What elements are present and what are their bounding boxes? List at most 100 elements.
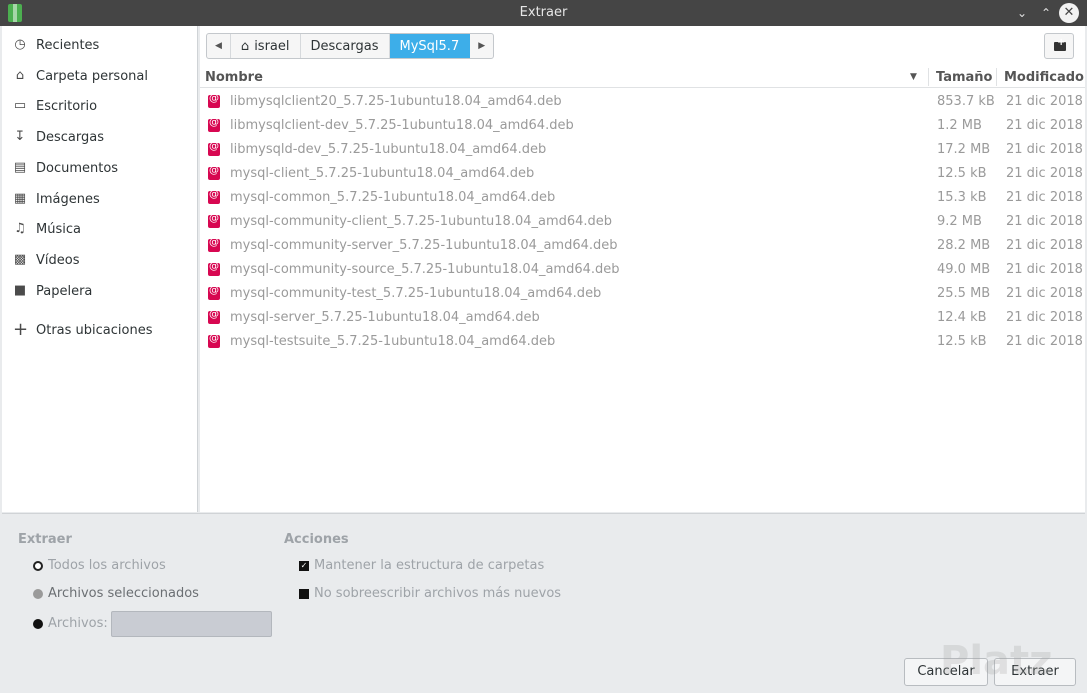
places-sidebar: ◷ Recientes ⌂ Carpeta personal ▭ Escrito… — [2, 26, 198, 512]
path-segment-downloads[interactable]: Descargas — [301, 34, 390, 58]
list-item[interactable]: mysql-community-client_5.7.25-1ubuntu18.… — [200, 210, 1085, 234]
path-segment-label: MySql5.7 — [399, 38, 460, 54]
title-bar: Extraer ⌄ ⌃ ✕ — [0, 0, 1087, 26]
list-item[interactable]: mysql-server_5.7.25-1ubuntu18.04_amd64.d… — [200, 306, 1085, 330]
path-forward-button[interactable]: ▶ — [470, 34, 493, 58]
sidebar-item-other-locations[interactable]: + Otras ubicaciones — [2, 316, 198, 344]
file-size: 49.0 MB — [937, 262, 991, 277]
plus-icon: + — [13, 319, 29, 340]
sidebar-item-pictures[interactable]: ▦ Imágenes — [2, 185, 198, 213]
file-modified: 21 dic 2018 — [1006, 94, 1083, 109]
debian-package-icon — [208, 333, 220, 348]
radio-label: Archivos seleccionados — [48, 586, 199, 601]
column-modified[interactable]: Modificado — [1004, 70, 1084, 85]
column-divider[interactable] — [928, 68, 929, 86]
file-size: 12.4 kB — [937, 310, 987, 325]
debian-package-icon — [208, 189, 220, 204]
download-icon: ↧ — [14, 129, 26, 144]
file-browser: ◀ ⌂ israel Descargas MySql5.7 ▶ Nombre ▼… — [200, 26, 1085, 512]
sidebar-item-desktop[interactable]: ▭ Escritorio — [2, 92, 198, 120]
file-name: mysql-community-client_5.7.25-1ubuntu18.… — [230, 214, 613, 229]
radio-selected-files[interactable]: Archivos seleccionados — [33, 586, 199, 601]
sidebar-item-label: Documentos — [36, 160, 119, 176]
sidebar-item-documents[interactable]: ▤ Documentos — [2, 154, 198, 182]
file-modified: 21 dic 2018 — [1006, 238, 1083, 253]
list-item[interactable]: mysql-community-test_5.7.25-1ubuntu18.04… — [200, 282, 1085, 306]
debian-package-icon — [208, 141, 220, 156]
close-icon[interactable]: ✕ — [1059, 3, 1079, 23]
debian-package-icon — [208, 261, 220, 276]
file-modified: 21 dic 2018 — [1006, 142, 1083, 157]
sidebar-item-home[interactable]: ⌂ Carpeta personal — [2, 62, 198, 90]
path-segment-home[interactable]: ⌂ israel — [231, 34, 301, 58]
file-name: mysql-client_5.7.25-1ubuntu18.04_amd64.d… — [230, 166, 535, 181]
file-name: mysql-community-server_5.7.25-1ubuntu18.… — [230, 238, 618, 253]
sidebar-item-recent[interactable]: ◷ Recientes — [2, 31, 198, 59]
column-divider[interactable] — [996, 68, 997, 86]
desktop-icon: ▭ — [13, 98, 27, 113]
extract-options-panel: Extraer Todos los archivos Archivos sele… — [2, 513, 1085, 691]
radio-all-files[interactable]: Todos los archivos — [33, 558, 166, 573]
sidebar-item-label: Otras ubicaciones — [36, 322, 153, 338]
checkbox-label: Mantener la estructura de carpetas — [314, 558, 545, 573]
list-item[interactable]: mysql-community-server_5.7.25-1ubuntu18.… — [200, 234, 1085, 258]
debian-package-icon — [208, 309, 220, 324]
path-back-button[interactable]: ◀ — [207, 34, 231, 58]
file-name: mysql-testsuite_5.7.25-1ubuntu18.04_amd6… — [230, 334, 556, 349]
list-item[interactable]: libmysqlclient-dev_5.7.25-1ubuntu18.04_a… — [200, 114, 1085, 138]
actions-section-title: Acciones — [284, 532, 349, 547]
list-item[interactable]: mysql-community-source_5.7.25-1ubuntu18.… — [200, 258, 1085, 282]
list-item[interactable]: mysql-testsuite_5.7.25-1ubuntu18.04_amd6… — [200, 330, 1085, 354]
file-modified: 21 dic 2018 — [1006, 286, 1083, 301]
radio-files-pattern[interactable]: Archivos: — [33, 616, 108, 631]
file-size: 12.5 kB — [937, 166, 987, 181]
file-modified: 21 dic 2018 — [1006, 118, 1083, 133]
image-icon: ▦ — [13, 191, 27, 206]
file-modified: 21 dic 2018 — [1006, 190, 1083, 205]
checkbox-no-overwrite[interactable]: No sobreescribir archivos más nuevos — [299, 586, 561, 601]
list-item[interactable]: mysql-common_5.7.25-1ubuntu18.04_amd64.d… — [200, 186, 1085, 210]
radio-unchecked-icon — [33, 588, 43, 599]
list-item[interactable]: libmysqlclient20_5.7.25-1ubuntu18.04_amd… — [200, 90, 1085, 114]
path-segment-current[interactable]: MySql5.7 — [389, 34, 471, 58]
new-folder-button[interactable] — [1044, 33, 1074, 59]
file-list: libmysqlclient20_5.7.25-1ubuntu18.04_amd… — [200, 90, 1085, 354]
checkbox-label: No sobreescribir archivos más nuevos — [314, 586, 562, 601]
sidebar-item-downloads[interactable]: ↧ Descargas — [2, 123, 198, 151]
file-size: 9.2 MB — [937, 214, 982, 229]
files-pattern-input[interactable] — [111, 611, 272, 637]
checkbox-checked-icon: ✓ — [299, 560, 309, 571]
document-icon: ▤ — [13, 160, 27, 175]
list-item[interactable]: libmysqld-dev_5.7.25-1ubuntu18.04_amd64.… — [200, 138, 1085, 162]
sidebar-item-label: Escritorio — [36, 98, 98, 114]
maximize-icon[interactable]: ⌃ — [1036, 3, 1056, 23]
file-name: mysql-community-source_5.7.25-1ubuntu18.… — [230, 262, 620, 277]
column-name[interactable]: Nombre — [205, 70, 263, 85]
file-modified: 21 dic 2018 — [1006, 214, 1083, 229]
sidebar-item-label: Vídeos — [36, 252, 80, 268]
file-name: mysql-server_5.7.25-1ubuntu18.04_amd64.d… — [230, 310, 540, 325]
file-modified: 21 dic 2018 — [1006, 166, 1083, 181]
sidebar-item-music[interactable]: ♫ Música — [2, 215, 198, 243]
file-size: 12.5 kB — [937, 334, 987, 349]
video-icon: ▩ — [13, 252, 27, 267]
list-item[interactable]: mysql-client_5.7.25-1ubuntu18.04_amd64.d… — [200, 162, 1085, 186]
file-modified: 21 dic 2018 — [1006, 310, 1083, 325]
file-name: libmysqld-dev_5.7.25-1ubuntu18.04_amd64.… — [230, 142, 547, 157]
file-size: 25.5 MB — [937, 286, 991, 301]
minimize-icon[interactable]: ⌄ — [1012, 3, 1032, 23]
radio-label: Todos los archivos — [48, 558, 166, 573]
file-name: mysql-community-test_5.7.25-1ubuntu18.04… — [230, 286, 602, 301]
column-header: Nombre ▼ Tamaño Modificado — [200, 66, 1085, 88]
debian-package-icon — [208, 213, 220, 228]
radio-label: Archivos: — [48, 616, 108, 631]
sidebar-item-label: Descargas — [36, 129, 105, 145]
debian-package-icon — [208, 237, 220, 252]
debian-package-icon — [208, 117, 220, 132]
sidebar-item-trash[interactable]: ■ Papelera — [2, 277, 198, 305]
checkbox-keep-structure[interactable]: ✓ Mantener la estructura de carpetas — [299, 558, 544, 573]
sidebar-item-videos[interactable]: ▩ Vídeos — [2, 246, 198, 274]
trash-icon: ■ — [13, 283, 27, 298]
sort-down-icon[interactable]: ▼ — [910, 72, 917, 82]
column-size[interactable]: Tamaño — [936, 70, 992, 85]
